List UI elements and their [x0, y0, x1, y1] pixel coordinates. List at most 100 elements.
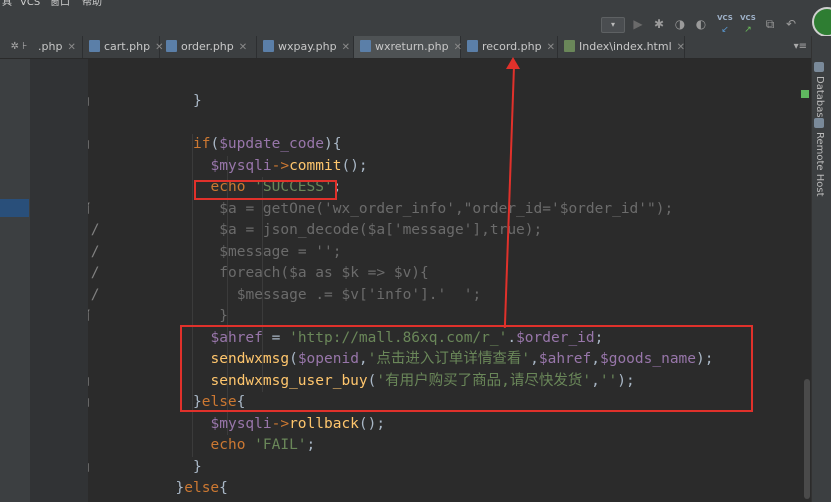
code-token: } [193, 93, 202, 109]
fold-icon[interactable] [88, 97, 89, 106]
inspection-ok-icon [801, 90, 809, 98]
fold-icon[interactable] [88, 376, 89, 386]
line-gutter [30, 59, 89, 502]
code-line[interactable]: $mysqli->rollback(); [211, 414, 800, 435]
tab-wxpay[interactable]: wxpay.php ✕ [257, 36, 354, 58]
close-icon[interactable]: ✕ [677, 42, 685, 53]
comment-marker: '/ [88, 222, 100, 238]
fold-icon[interactable] [88, 462, 89, 472]
comment-marker: '/ [88, 243, 100, 260]
code-token: } [175, 480, 185, 496]
avatar-button[interactable] [812, 7, 831, 37]
code-token: (); [358, 415, 386, 432]
code-line[interactable]: $mysqli->commit(); [211, 156, 800, 177]
debug-icon[interactable]: ✱ [651, 16, 667, 32]
code-line[interactable]: if($update_code){ [193, 134, 799, 155]
code-token: 'FAIL' [254, 437, 307, 453]
code-token: $message = ''; [219, 243, 342, 260]
code-editor[interactable]: 73}7475if($update_code){76$mysqli->commi… [88, 59, 799, 502]
remote-host-tool-button[interactable]: Remote Host [814, 118, 825, 197]
run-icon[interactable]: ▶ [630, 16, 646, 32]
close-icon[interactable]: ✕ [67, 42, 75, 53]
annotation-arrow-head [506, 57, 520, 69]
code-token: $a = json_decode($a['message'],true); [219, 222, 543, 238]
close-icon[interactable]: ✕ [342, 42, 350, 53]
close-icon[interactable]: ✕ [547, 42, 555, 53]
code-token: (); [341, 157, 368, 174]
code-token: ( [210, 136, 220, 152]
tab-cart[interactable]: cart.php ✕ [83, 36, 163, 58]
php-file-icon [89, 40, 100, 52]
tab-php[interactable]: .php ✕ [38, 36, 83, 58]
tab-wxreturn[interactable]: wxreturn.php ✕ [354, 36, 462, 58]
code-token: if [193, 136, 211, 152]
scroll-thumb[interactable] [804, 379, 810, 499]
menu-bar: 具 VCS 窗口 帮助 [0, 0, 831, 11]
vcs-update-icon[interactable]: VCS ↙ [717, 14, 733, 35]
code-line[interactable]: foreach($a as $k => $v){ [219, 263, 799, 284]
php-file-icon [166, 40, 177, 52]
vcs-commit-icon[interactable]: VCS ↗ [740, 14, 756, 35]
selected-project-item[interactable] [0, 199, 29, 217]
tab-index-html[interactable]: Index\index.html ✕ [558, 36, 685, 58]
code-token: ; [306, 437, 316, 453]
code-token: $mysqli [210, 157, 272, 174]
close-icon[interactable]: ✕ [239, 42, 247, 53]
project-panel-strip [0, 59, 31, 502]
editor-scrollbar[interactable] [799, 59, 811, 502]
code-token: commit [289, 157, 342, 174]
tab-label: order.php [181, 40, 234, 53]
code-line[interactable]: } [219, 306, 799, 327]
fold-icon[interactable] [88, 398, 89, 407]
tab-label: wxpay.php [278, 40, 337, 53]
code-token: $update_code [219, 136, 324, 152]
tab-record[interactable]: record.php ✕ [461, 36, 558, 58]
run-config-dropdown[interactable]: ▾ [601, 17, 625, 33]
comment-marker: '/ [88, 286, 100, 303]
code-line[interactable]: } [193, 457, 799, 478]
php-file-icon [263, 40, 274, 52]
menu-item-help[interactable]: 帮助 [82, 0, 102, 8]
tab-label: wxreturn.php [375, 40, 449, 53]
code-line[interactable]: $message = ''; [219, 242, 799, 263]
code-token: else [184, 480, 220, 496]
php-file-icon [467, 40, 478, 52]
code-token: } [193, 458, 202, 475]
tab-label: cart.php [104, 40, 151, 53]
code-line[interactable] [158, 113, 799, 134]
sendwxmsg-block-highlight [180, 325, 753, 412]
menu-item-window[interactable]: 窗口 [50, 0, 70, 8]
code-token: } [219, 308, 228, 324]
tab-order[interactable]: order.php ✕ [160, 36, 257, 58]
database-tool-button[interactable]: Database [814, 62, 825, 124]
comment-marker: '/ [88, 265, 100, 281]
vcs-history-icon[interactable]: ⧉ [762, 16, 778, 32]
code-token: $a = getOne('wx_order_info',"order_id='$… [219, 200, 674, 217]
database-icon [814, 62, 824, 72]
menu-item-tools[interactable]: 具 [2, 0, 12, 8]
html-file-icon [564, 40, 575, 52]
code-line[interactable]: } [193, 91, 799, 112]
code-token: $message .= $v['info'].' '; [236, 286, 482, 303]
code-token: -> [271, 157, 290, 174]
code-line[interactable]: $message .= $v['info'].' '; [237, 285, 799, 306]
profile-icon[interactable]: ◐ [693, 16, 709, 32]
fold-icon[interactable] [88, 140, 89, 149]
tab-list-icon[interactable]: ▾≡ [794, 36, 807, 58]
fold-icon[interactable] [88, 312, 89, 321]
tab-scroll-icons[interactable]: ✲ ⊦ [0, 36, 38, 58]
code-token: echo [210, 437, 255, 453]
tab-label: record.php [482, 40, 542, 53]
database-label: Database [814, 76, 825, 124]
remote-host-label: Remote Host [814, 132, 825, 197]
revert-icon[interactable]: ↶ [783, 16, 799, 32]
fold-icon[interactable] [88, 204, 89, 214]
coverage-icon[interactable]: ◑ [672, 16, 688, 32]
editor-tab-bar: ✲ ⊦ .php ✕ cart.php ✕ order.php ✕ wxpay.php… [0, 36, 811, 59]
code-line[interactable]: echo 'FAIL'; [211, 435, 800, 456]
code-token: { [219, 480, 228, 496]
code-token: foreach($a as $k => $v){ [219, 265, 429, 281]
echo-success-highlight [194, 180, 337, 200]
menu-item-vcs[interactable]: VCS [20, 0, 40, 8]
code-line[interactable]: }else{ [176, 478, 800, 499]
